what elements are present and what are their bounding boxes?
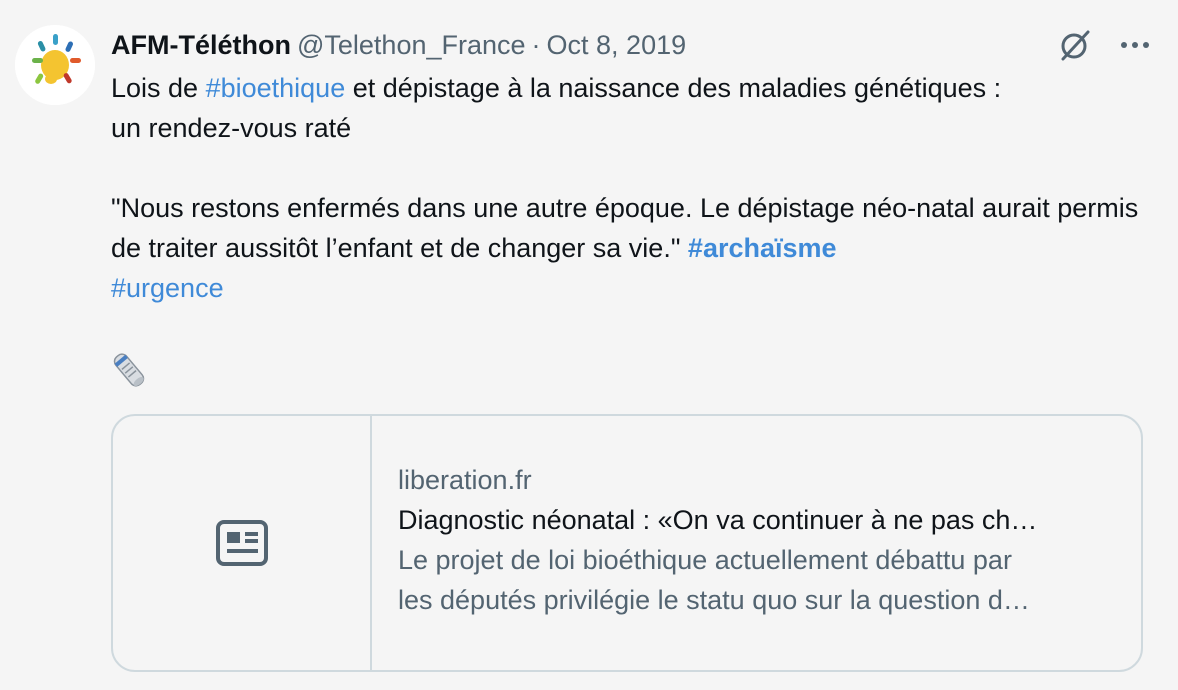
tweet-text: Lois de #bioethique et dépistage à la na…: [111, 68, 1151, 308]
tweet-line-2: un rendez-vous raté: [111, 113, 352, 143]
link-card-thumbnail[interactable]: [113, 416, 372, 670]
tweet-header: AFM-Téléthon @Telethon_France · Oct 8, 2019: [111, 28, 1148, 62]
link-card-domain: liberation.fr: [398, 465, 532, 495]
afm-telethon-logo-icon: [15, 25, 95, 105]
rolled-newspaper-emoji-icon: [111, 350, 147, 390]
author-name[interactable]: AFM-Téléthon: [111, 30, 291, 60]
tweet-actions: [1058, 28, 1150, 62]
avatar[interactable]: [15, 25, 95, 105]
link-card-title[interactable]: Diagnostic néonatal : «On va continuer à…: [398, 500, 1117, 540]
hashtag-archaisme[interactable]: #archaïsme: [688, 233, 837, 263]
header-separator: ·: [531, 30, 541, 60]
tweet-text-segment: Lois de: [111, 73, 206, 103]
link-card[interactable]: liberation.fr Diagnostic néonatal : «On …: [111, 414, 1143, 672]
hashtag-bioethique[interactable]: #bioethique: [206, 73, 346, 103]
news-article-icon: [215, 520, 268, 566]
tweet-line-1: Lois de #bioethique et dépistage à la na…: [111, 68, 1151, 108]
link-card-description-line-1: Le projet de loi bioéthique actuellement…: [398, 545, 1012, 575]
more-options-icon[interactable]: [1120, 40, 1150, 50]
author-handle[interactable]: @Telethon_France: [297, 30, 526, 60]
quote-text: "Nous restons enfermés dans une autre ép…: [111, 193, 1139, 263]
link-card-description-line-2: les députés privilégie le statu quo sur …: [398, 585, 1030, 615]
tweet-text-segment: et dépistage à la naissance des maladies…: [345, 73, 1002, 103]
hashtag-urgence[interactable]: #urgence: [111, 273, 224, 303]
tweet-quote: "Nous restons enfermés dans une autre ép…: [111, 188, 1151, 308]
tweet-date[interactable]: Oct 8, 2019: [547, 30, 687, 60]
grok-icon[interactable]: [1058, 28, 1092, 62]
link-card-body: liberation.fr Diagnostic néonatal : «On …: [398, 460, 1117, 620]
